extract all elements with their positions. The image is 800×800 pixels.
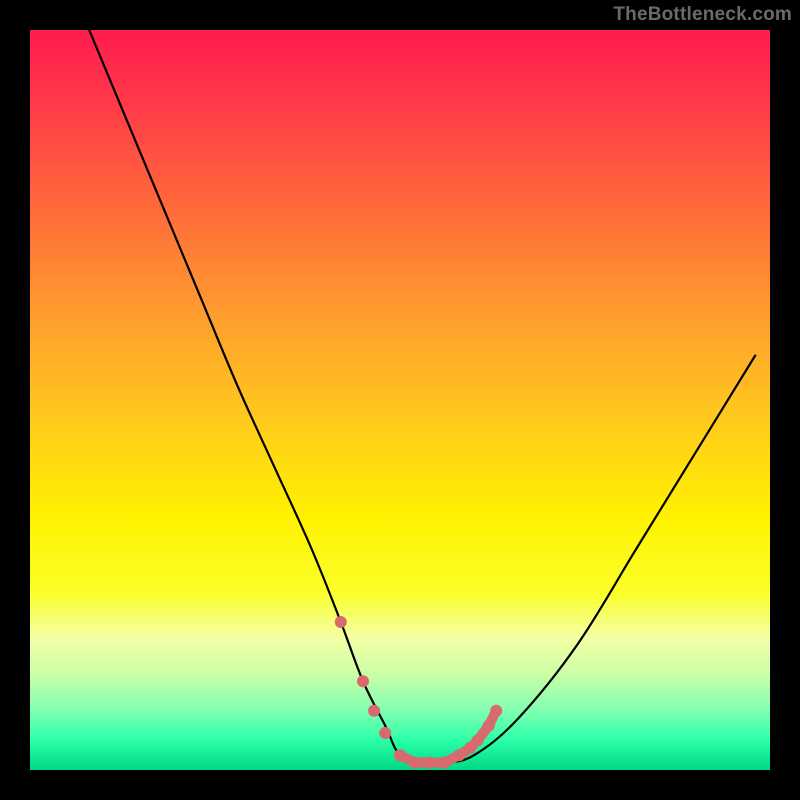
- marker-dot: [394, 749, 406, 761]
- plot-area: [30, 30, 770, 770]
- marker-dot: [490, 705, 502, 717]
- marker-group: [335, 616, 502, 769]
- marker-dot: [379, 727, 391, 739]
- watermark-text: TheBottleneck.com: [613, 4, 792, 26]
- marker-dot: [438, 757, 450, 769]
- marker-dot: [409, 757, 421, 769]
- marker-dot: [453, 749, 465, 761]
- curve-svg: [30, 30, 770, 770]
- bottleneck-curve: [89, 30, 755, 764]
- marker-dot: [368, 705, 380, 717]
- marker-dot: [357, 675, 369, 687]
- marker-dot: [335, 616, 347, 628]
- marker-dot: [424, 757, 436, 769]
- marker-dot: [472, 734, 484, 746]
- marker-dot: [483, 720, 495, 732]
- chart-frame: TheBottleneck.com: [0, 0, 800, 800]
